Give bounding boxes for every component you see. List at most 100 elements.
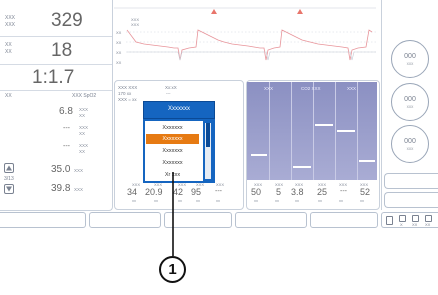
round-button-2-sub: xxx: [406, 104, 414, 109]
config-bottom-value-4: 95: [191, 187, 202, 197]
bars-unit-2: xx: [275, 198, 279, 203]
row2-label-bottom: XX: [5, 49, 12, 55]
config-bottom-unit-4: xx: [196, 198, 200, 203]
round-button-1-value: 000: [404, 53, 416, 60]
config-bottom-value-5: ---: [215, 188, 222, 195]
config-bottom-unit-2: xx: [154, 198, 158, 203]
status-icon-3-label: XX: [425, 222, 431, 227]
page-down-button[interactable]: [4, 184, 14, 194]
config-bottom-unit-1: xx: [132, 198, 136, 203]
status-icon-2[interactable]: [412, 215, 419, 222]
bars-unit-1: xx: [254, 198, 258, 203]
status-icon-1[interactable]: [399, 215, 406, 222]
bar-divider-1: [269, 82, 270, 180]
bottom-value-2[interactable]: 39.8 XXX: [18, 182, 112, 196]
bottom-tab-5[interactable]: [310, 212, 378, 228]
row2-label-top: XX: [5, 42, 12, 48]
bar-divider-3: [313, 82, 314, 180]
row4-label-left: XX: [5, 93, 12, 99]
row1-value: 329: [51, 10, 83, 31]
dropdown-option-4[interactable]: Xxxxxxx: [146, 158, 199, 168]
bars-value-1: 50: [251, 187, 262, 197]
bottom-value-2-number: 39.8: [51, 183, 71, 194]
bottom-tab-3[interactable]: [164, 212, 232, 228]
bars-value-6: 52: [360, 187, 371, 197]
bars-value-5: ---: [340, 188, 347, 195]
level-marker-5: [359, 160, 375, 162]
bar-divider-4: [335, 82, 336, 180]
bars-unit-4: xx: [318, 198, 322, 203]
config-header-right-2: ---: [166, 91, 171, 96]
measurement-2-unit-top: XXX: [79, 125, 89, 130]
bar-divider-5: [357, 82, 358, 180]
pressure-waveform: [114, 7, 376, 61]
measurement-3[interactable]: --- XXX XX: [0, 140, 112, 158]
bars-values: XXX XXX XXX XXX XXX XXX 50 5 3.8 25 --- …: [248, 182, 376, 206]
marker-triangle-1: [211, 9, 217, 14]
config-bottom-unit-3: xx: [178, 198, 182, 203]
bars-value-4: 25: [317, 187, 328, 197]
round-button-1[interactable]: 000 xxx: [391, 40, 429, 78]
dropdown-option-2[interactable]: Xxxxxxx: [146, 134, 199, 144]
config-bottom-value-2: 20.9: [145, 187, 163, 197]
bottom-value-1[interactable]: 35.0 XXX: [18, 163, 112, 177]
page-up-button[interactable]: [4, 163, 14, 173]
bars-unit-5: xx: [339, 198, 343, 203]
value-row-3[interactable]: 1:1.7: [0, 64, 112, 91]
status-icon-3[interactable]: [425, 215, 432, 222]
dropdown-scroll-thumb[interactable]: [206, 123, 210, 147]
round-button-3-value: 000: [404, 138, 416, 145]
measurement-2-unit-bottom: XX: [79, 131, 86, 136]
measurement-2[interactable]: --- XXX XX: [0, 122, 112, 140]
round-button-1-sub: xxx: [406, 61, 414, 66]
dropdown-option-3[interactable]: Xxxxxxx: [146, 146, 199, 156]
measurement-3-unit-top: XXX: [79, 143, 89, 148]
triangle-up-icon: [6, 165, 12, 171]
round-button-3-sub: xxx: [406, 146, 414, 151]
bars-unit-3: xx: [295, 198, 299, 203]
config-bottom-unit-5: xx: [216, 198, 220, 203]
bottom-tab-1[interactable]: [0, 212, 86, 228]
bars-unit-6: xx: [360, 198, 364, 203]
row1-label-top: XXX: [5, 15, 16, 21]
bars-header-2: CO2 XXX: [301, 86, 321, 91]
measurement-2-value: ---: [63, 125, 70, 132]
value-row-1[interactable]: XXX XXX 329: [0, 0, 112, 37]
measurement-1[interactable]: 6.8 XXX XX: [0, 104, 112, 122]
value-row-2[interactable]: XX XX 18: [0, 36, 112, 65]
bottom-value-2-unit: XXX: [74, 187, 84, 192]
bottom-tab-4[interactable]: [235, 212, 307, 228]
lock-icon[interactable]: [386, 216, 393, 225]
bars-value-3: 3.8: [291, 187, 304, 197]
dropdown-selector[interactable]: Xxxxxxx: [143, 101, 215, 119]
round-button-3[interactable]: 000 xxx: [391, 125, 429, 163]
dropdown-option-5[interactable]: Xr xxx: [146, 170, 199, 180]
bars-graphic: XXX CO2 XXX XXX: [247, 82, 377, 180]
page-indicator: 3/13: [4, 176, 14, 182]
measurement-3-unit-bottom: XX: [79, 149, 86, 154]
measurement-1-unit-top: XXX: [79, 107, 89, 112]
value-row-4: XX XXX SpO2: [0, 90, 112, 102]
row4-label-right: XXX SpO2: [72, 93, 97, 99]
round-button-2[interactable]: 000 xxx: [391, 83, 429, 121]
dropdown-selected-value: Xxxxxxx: [167, 106, 190, 112]
round-button-2-value: 000: [404, 96, 416, 103]
row2-value: 18: [51, 40, 73, 61]
level-marker-3: [315, 124, 333, 126]
callout-marker: 1: [159, 256, 186, 283]
right-button-rect-2[interactable]: [384, 192, 438, 208]
bottom-icon-group: X XX XX: [381, 212, 438, 228]
dropdown-list[interactable]: Xxxxxxx Xxxxxxx Xxxxxxx Xxxxxxx Xr xxx: [143, 119, 215, 183]
right-button-rect-1[interactable]: [384, 173, 438, 189]
measurement-1-unit-bottom: XX: [79, 113, 86, 118]
bars-value-2: 5: [276, 187, 282, 197]
row1-label-bottom: XXX: [5, 22, 16, 28]
dropdown-scrollbar[interactable]: [205, 123, 211, 179]
level-marker-2: [293, 166, 311, 168]
bottom-tab-2[interactable]: [89, 212, 161, 228]
row3-value: 1:1.7: [32, 67, 75, 88]
triangle-down-icon: [6, 186, 12, 192]
dropdown-option-1[interactable]: Xxxxxxx: [146, 123, 199, 133]
measurement-1-value: 6.8: [59, 106, 73, 117]
bar-divider-2: [291, 82, 292, 180]
